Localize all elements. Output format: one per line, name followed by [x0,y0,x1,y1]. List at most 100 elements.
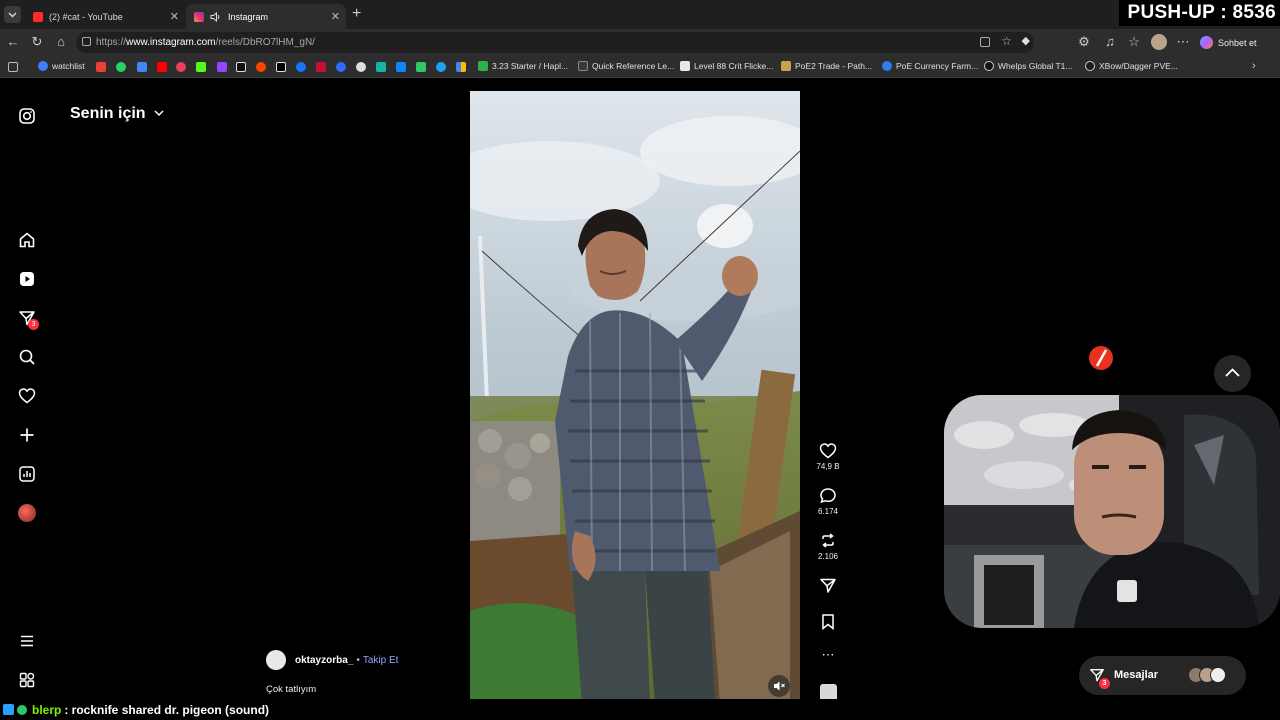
more-apps-icon[interactable] [18,671,36,689]
more-menu-icon[interactable]: ⋯ [1176,35,1190,49]
profile-avatar[interactable] [18,504,36,522]
bookmark-camera-icon[interactable] [356,62,366,72]
instagram-logo-icon[interactable] [18,107,36,125]
favorites-icon[interactable]: ☆ [1127,35,1141,49]
bookmark-label: PoE2 Trade - Path... [795,61,873,71]
twitch-icon[interactable] [217,62,227,72]
bookmark-level88[interactable]: Level 88 Crit Flicke... [680,61,773,71]
bookmark-poe-currency[interactable]: PoE Currency Farm... [882,61,978,71]
bookmark-red-icon[interactable] [316,62,326,72]
site-info-icon[interactable] [82,37,91,46]
pocket-icon[interactable] [176,62,186,72]
gmail-icon[interactable] [96,62,106,72]
copilot-button[interactable]: Sohbet et [1200,34,1257,51]
bookmark-label: Quick Reference Le... [592,61,675,71]
tab-search-button[interactable] [4,6,21,23]
bookmark-cyan-icon[interactable] [436,62,446,72]
poe-icon [781,61,791,71]
reel-video[interactable] [470,91,800,705]
tab-instagram[interactable]: Instagram ✕ [186,4,346,29]
speaker-icon[interactable] [210,11,222,22]
x-icon[interactable] [276,62,286,72]
share-button[interactable] [812,577,844,597]
save-button[interactable] [812,613,844,633]
heart-icon[interactable] [18,387,36,405]
like-button[interactable]: 74,9 B [812,442,844,471]
plus-icon[interactable] [18,426,36,444]
tab-youtube[interactable]: (2) #cat - YouTube ✕ [25,4,185,29]
messages-label: Mesajlar [1114,669,1159,681]
bookmark-quick-reference[interactable]: Quick Reference Le... [578,61,674,71]
stream-chat-bar: blerp : rocknife shared dr. pigeon (soun… [0,699,1280,720]
reddit-icon[interactable] [256,62,266,72]
feed-selector[interactable]: Senin için [70,105,165,123]
reading-list-icon[interactable] [8,62,18,72]
messages-button[interactable]: 3 Mesajlar [1079,656,1246,695]
bookmark-xbow[interactable]: XBow/Dagger PVE... [1085,61,1178,71]
reel-caption: Çok tatlıyım [266,684,317,695]
scroll-up-button[interactable] [1214,355,1251,392]
bookmark-star-icon[interactable]: ☆ [1001,34,1012,48]
author-username[interactable]: oktayzorba_ [295,655,353,666]
mute-toggle[interactable] [768,675,790,697]
follow-button[interactable]: Takip Et [363,655,399,666]
bookmark-blue-icon[interactable] [336,62,346,72]
new-tab-button[interactable]: + [352,5,361,23]
open-in-app-icon[interactable] [980,37,990,47]
sidebar: 3 [0,79,54,699]
webcam-image [944,395,1280,628]
search-icon[interactable] [18,348,36,366]
repost-button[interactable]: 2.106 [812,532,844,561]
google-apps-icon[interactable] [456,62,466,72]
browser-toolbar: ← ↻ ⌂ https://www.instagram.com/reels/Db… [0,29,1280,56]
separator-dot: • [356,654,360,666]
chevron-down-icon [8,12,17,18]
tab-title: (2) #cat - YouTube [49,11,123,22]
bookmark-poe2-trade[interactable]: PoE2 Trade - Path... [781,61,872,71]
extensions-icon[interactable]: ⚙ [1077,35,1091,49]
bookmark-teal-icon[interactable] [376,62,386,72]
bookmark-starter[interactable]: 3.23 Starter / Hapl... [478,61,568,71]
extension-diamond-icon[interactable]: ◆ [1022,34,1030,47]
kick-icon[interactable] [196,62,206,72]
comment-icon [820,488,836,504]
bookmark-green-icon[interactable] [416,62,426,72]
chevron-right-icon[interactable]: › [1252,60,1256,72]
reel-frame-image [470,91,800,705]
bluesky-icon[interactable] [396,62,406,72]
author-avatar[interactable] [266,650,286,670]
bookmark-whelps[interactable]: Whelps Global T1... [984,61,1073,71]
menu-icon[interactable] [18,632,36,650]
bookmark-watchlist[interactable]: watchlist [38,61,85,71]
back-icon[interactable]: ← [6,35,20,49]
home-icon[interactable]: ⌂ [54,35,68,49]
more-options-icon[interactable]: ⋯ [812,647,844,663]
home-icon[interactable] [18,231,36,249]
bookmark-label: PoE Currency Farm... [896,61,979,71]
media-icon[interactable]: ♫ [1103,35,1117,49]
share-icon [820,578,836,593]
chat-message: : rocknife shared dr. pigeon (sound) [64,702,270,717]
dashboard-icon[interactable] [18,465,36,483]
profile-avatar[interactable] [1151,34,1167,50]
comment-button[interactable]: 6.174 [812,487,844,516]
facebook-icon[interactable] [296,62,306,72]
messages-nav-item[interactable]: 3 [18,309,39,330]
circle-icon [1085,61,1095,71]
tiktok-icon[interactable] [236,62,246,72]
chevron-down-icon [154,110,164,117]
reels-icon[interactable] [18,270,36,288]
circle-icon [984,61,994,71]
tab-title: Instagram [228,11,269,22]
address-bar[interactable]: https://www.instagram.com/reels/DbRO7lHM… [76,32,1034,53]
close-icon[interactable]: ✕ [170,10,179,23]
bookmark-label: watchlist [52,61,85,71]
document-icon [578,61,588,71]
url-prefix: https:// [96,37,127,48]
close-icon[interactable]: ✕ [331,10,340,23]
youtube-icon[interactable] [157,62,167,72]
reload-icon[interactable]: ↻ [30,35,44,49]
whatsapp-icon[interactable] [116,62,126,72]
webcam-overlay [944,395,1280,628]
translate-icon[interactable] [137,62,147,72]
